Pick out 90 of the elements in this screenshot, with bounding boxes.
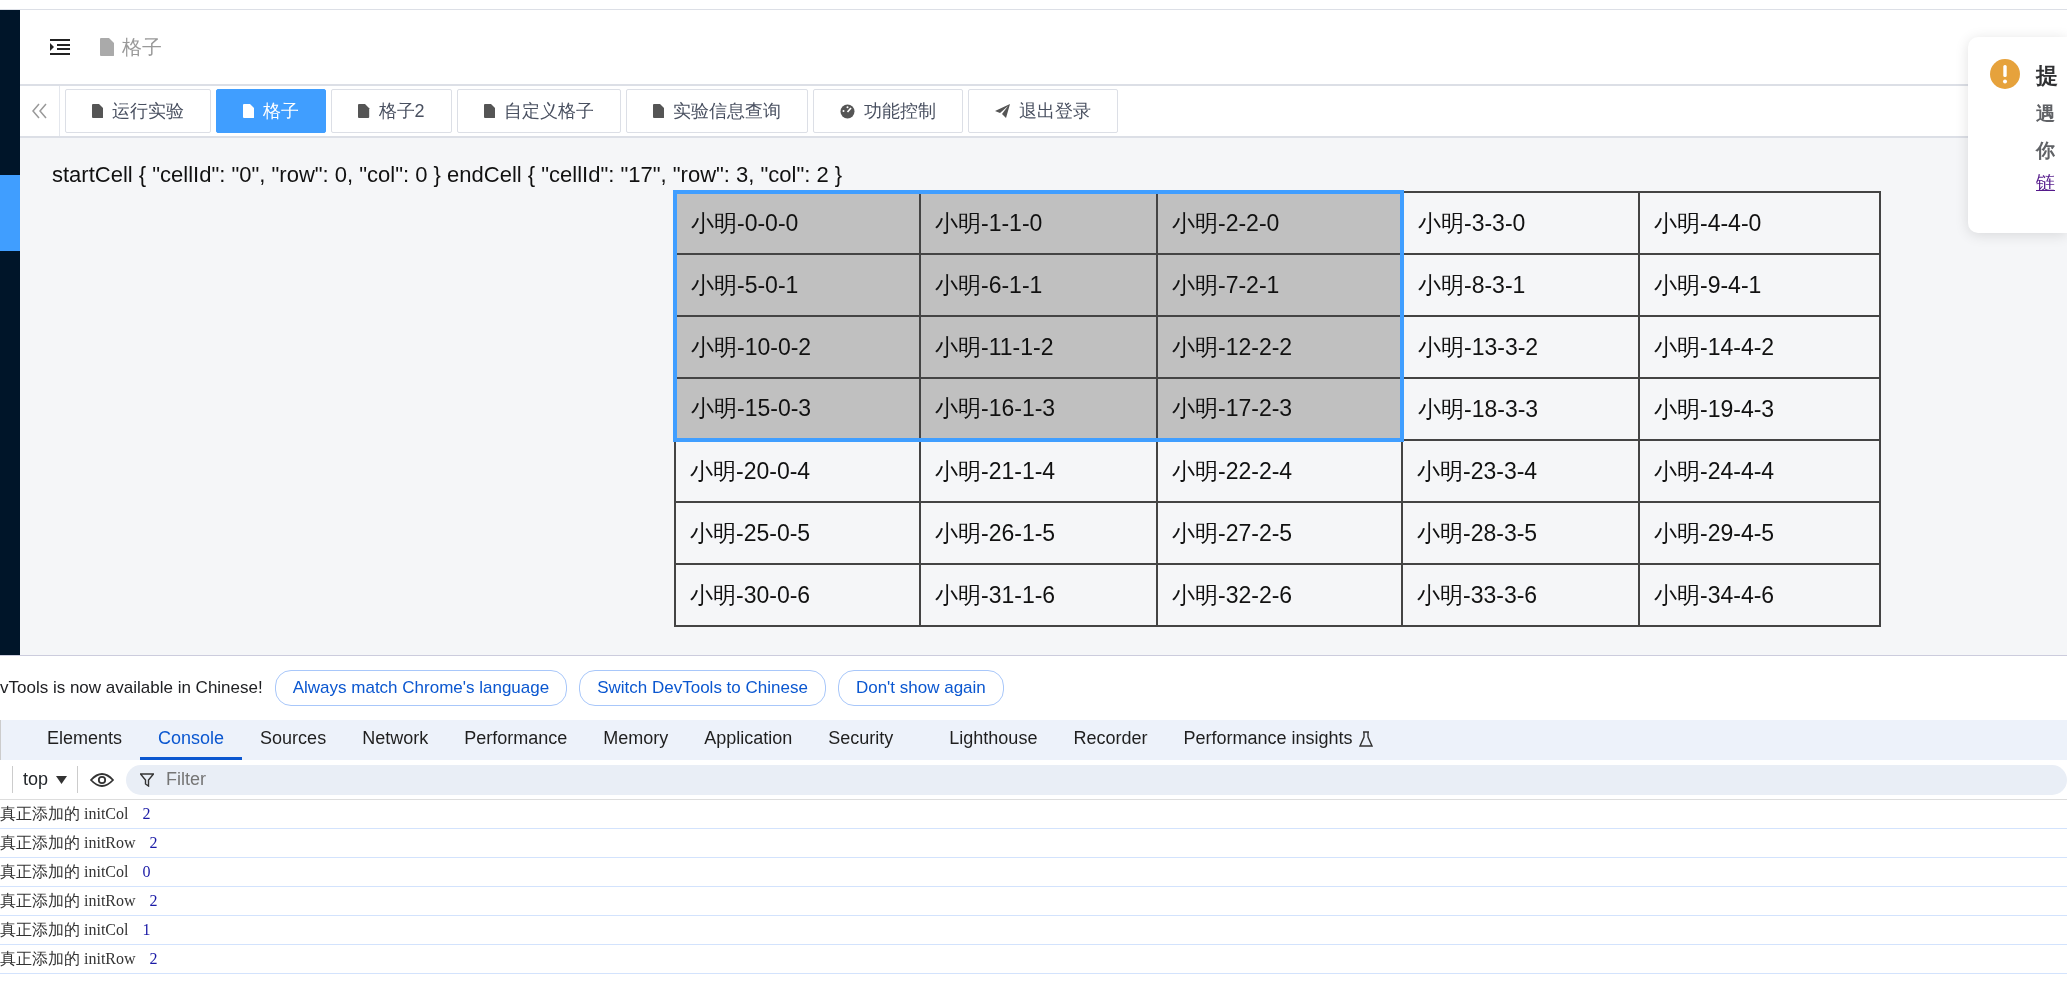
- grid-cell[interactable]: 小明-21-1-4: [920, 440, 1157, 502]
- console-message: 真正添加的 initRow: [0, 891, 136, 911]
- tab[interactable]: 自定义格子: [456, 89, 621, 133]
- grid-cell[interactable]: 小明-3-3-0: [1402, 192, 1639, 254]
- console-value: 2: [149, 833, 158, 853]
- double-chevron-left-icon[interactable]: [31, 103, 48, 119]
- devtools-tab[interactable]: Performance insights: [1165, 720, 1391, 760]
- grid-cell[interactable]: 小明-34-4-6: [1639, 564, 1880, 626]
- grid-cell[interactable]: 小明-13-3-2: [1402, 316, 1639, 378]
- tab[interactable]: 功能控制: [812, 89, 963, 133]
- grid-cell[interactable]: 小明-23-3-4: [1402, 440, 1639, 502]
- console-value: 2: [149, 949, 158, 969]
- file-icon: [483, 104, 495, 118]
- gauge-icon: [839, 103, 855, 119]
- console-value: 1: [142, 920, 151, 940]
- caret-down-icon: [56, 775, 68, 784]
- grid-cell[interactable]: 小明-10-0-2: [675, 316, 920, 378]
- devtools-tab[interactable]: Elements: [29, 720, 141, 760]
- grid-cell[interactable]: 小明-11-1-2: [920, 316, 1157, 378]
- tab[interactable]: 运行实验: [65, 89, 212, 133]
- grid-cell[interactable]: 小明-27-2-5: [1157, 502, 1402, 564]
- grid-cell[interactable]: 小明-20-0-4: [675, 440, 920, 502]
- file-icon: [358, 104, 370, 118]
- grid-cell[interactable]: 小明-16-1-3: [920, 378, 1157, 440]
- console-message: 真正添加的 initCol: [0, 920, 129, 940]
- grid-cell[interactable]: 小明-28-3-5: [1402, 502, 1639, 564]
- infobar-button[interactable]: Switch DevTools to Chinese: [579, 670, 826, 706]
- file-icon: [100, 38, 115, 56]
- grid-cell[interactable]: 小明-30-0-6: [675, 564, 920, 626]
- file-icon: [652, 104, 664, 118]
- context-selector[interactable]: top: [12, 766, 79, 793]
- console-message: 真正添加的 initRow: [0, 949, 136, 969]
- grid-cell[interactable]: 小明-29-4-5: [1639, 502, 1880, 564]
- grid-cell[interactable]: 小明-8-3-1: [1402, 254, 1639, 316]
- console-message: 真正添加的 initCol: [0, 862, 129, 882]
- grid-cell[interactable]: 小明-15-0-3: [675, 378, 920, 440]
- grid-cell[interactable]: 小明-19-4-3: [1639, 378, 1880, 440]
- devtools-tab[interactable]: Application: [686, 720, 811, 760]
- devtools-tab[interactable]: Sources: [242, 720, 345, 760]
- grid-cell[interactable]: 小明-18-3-3: [1402, 378, 1639, 440]
- console-value: 2: [142, 804, 151, 824]
- devtools-tab[interactable]: Lighthouse: [931, 720, 1056, 760]
- grid-cell[interactable]: 小明-31-1-6: [920, 564, 1157, 626]
- notification-text: 你: [2036, 138, 2056, 163]
- flask-icon: [1358, 730, 1373, 747]
- grid-cell[interactable]: 小明-12-2-2: [1157, 316, 1402, 378]
- breadcrumb-text: 格子: [122, 35, 163, 60]
- infobar-button[interactable]: Don't show again: [837, 670, 1004, 706]
- filter-icon: [140, 772, 155, 787]
- grid-cell[interactable]: 小明-17-2-3: [1157, 378, 1402, 440]
- notification-text: 遇: [2036, 102, 2056, 126]
- devtools-tab[interactable]: Performance: [446, 720, 586, 760]
- grid-cell[interactable]: 小明-33-3-6: [1402, 564, 1639, 626]
- console-value: 2: [149, 891, 158, 911]
- file-icon: [92, 104, 104, 118]
- grid-cell[interactable]: 小明-22-2-4: [1157, 440, 1402, 502]
- selection-text: startCell { "cellId": "0", "row": 0, "col": 0 } endCell { "cellId": "17", "row": 3, "col": 2 }: [52, 164, 843, 186]
- tab[interactable]: 实验信息查询: [625, 89, 808, 133]
- devtools-tab[interactable]: Recorder: [1055, 720, 1166, 760]
- warning-icon: [1990, 59, 2020, 89]
- tab[interactable]: 格子2: [331, 89, 452, 133]
- file-icon: [243, 104, 255, 118]
- tab[interactable]: 退出登录: [967, 89, 1118, 133]
- grid-cell[interactable]: 小明-2-2-0: [1157, 192, 1402, 254]
- notification-title: 提: [2036, 62, 2058, 90]
- console-message: 真正添加的 initRow: [0, 833, 136, 853]
- paper-plane-icon: [994, 104, 1010, 118]
- devtools-tab[interactable]: Network: [344, 720, 447, 760]
- notification-link[interactable]: 链: [2036, 169, 2058, 198]
- infobar-message: vTools is now available in Chinese!: [0, 677, 263, 700]
- grid-cell[interactable]: 小明-26-1-5: [920, 502, 1157, 564]
- grid-cell[interactable]: 小明-14-4-2: [1639, 316, 1880, 378]
- devtools-tab[interactable]: Security: [810, 720, 912, 760]
- menu-icon[interactable]: [50, 39, 70, 55]
- grid-cell[interactable]: 小明-24-4-4: [1639, 440, 1880, 502]
- console-message: 真正添加的 initCol: [0, 804, 129, 824]
- grid-cell[interactable]: 小明-5-0-1: [675, 254, 920, 316]
- grid-cell[interactable]: 小明-32-2-6: [1157, 564, 1402, 626]
- devtools-tab[interactable]: Memory: [585, 720, 687, 760]
- grid-cell[interactable]: 小明-1-1-0: [920, 192, 1157, 254]
- grid-cell[interactable]: 小明-0-0-0: [675, 192, 920, 254]
- grid-cell[interactable]: 小明-25-0-5: [675, 502, 920, 564]
- eye-icon[interactable]: [90, 771, 115, 788]
- devtools-tab[interactable]: Console: [140, 720, 243, 760]
- grid-cell[interactable]: 小明-6-1-1: [920, 254, 1157, 316]
- grid-cell[interactable]: 小明-4-4-0: [1639, 192, 1880, 254]
- console-value: 0: [142, 862, 151, 882]
- grid-cell[interactable]: 小明-9-4-1: [1639, 254, 1880, 316]
- infobar-button[interactable]: Always match Chrome's language: [274, 670, 568, 706]
- grid-cell[interactable]: 小明-7-2-1: [1157, 254, 1402, 316]
